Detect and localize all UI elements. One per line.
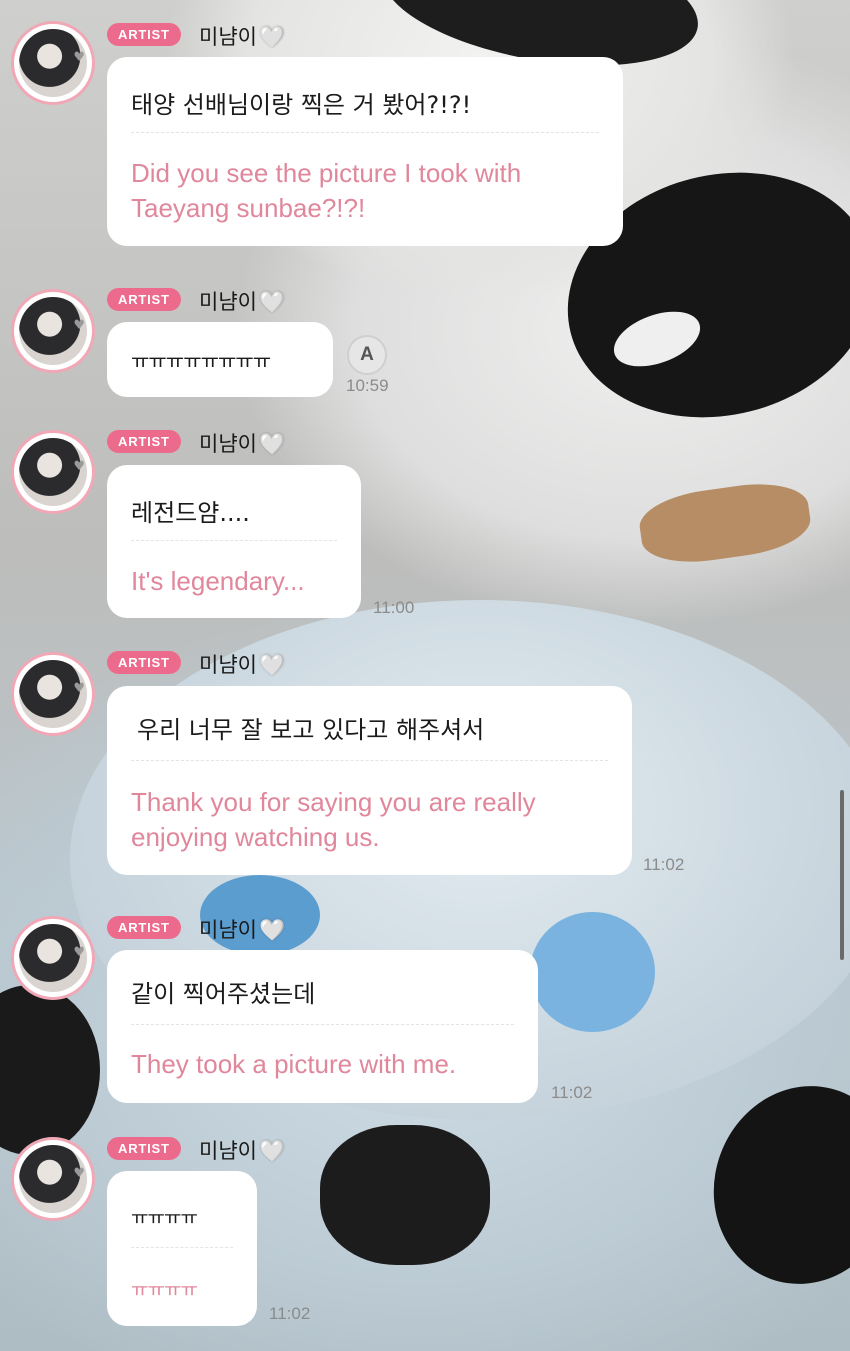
blue-patch-shape <box>530 912 655 1032</box>
heart-icon: ♥ <box>73 318 85 333</box>
artist-name: 미냠이🤍 <box>199 1139 286 1163</box>
message-timestamp: 11:02 <box>643 855 685 874</box>
message-text: 태양 선배님이랑 찍은 거 봤어?!?! <box>131 91 472 119</box>
message-text: ㅠㅠㅠㅠㅠㅠㅠㅠ <box>131 349 271 373</box>
avatar[interactable]: ♥ <box>11 21 95 105</box>
artist-name: 미냠이🤍 <box>199 653 286 677</box>
message-bubble[interactable]: 태양 선배님이랑 찍은 거 봤어?!?! Did you see the pic… <box>107 57 623 246</box>
plush-nose-dark-shape <box>320 1125 490 1265</box>
avatar[interactable]: ♥ <box>11 430 95 514</box>
message-bubble[interactable]: 우리 너무 잘 보고 있다고 해주셔서 Thank you for saying… <box>107 686 632 875</box>
avatar[interactable]: ♥ <box>11 289 95 373</box>
scrollbar[interactable] <box>840 790 844 960</box>
plush-eye-right-shape <box>686 1060 850 1310</box>
heart-icon: ♥ <box>73 681 85 696</box>
message-timestamp: 11:02 <box>551 1083 593 1102</box>
artist-name: 미냠이🤍 <box>199 432 286 456</box>
message-timestamp: 11:02 <box>269 1304 311 1323</box>
white-heart-icon: 🤍 <box>258 432 286 456</box>
avatar[interactable]: ♥ <box>11 652 95 736</box>
message-bubble[interactable]: 레전드얌.... It's legendary... <box>107 465 361 618</box>
white-heart-icon: 🤍 <box>258 1139 286 1163</box>
message-text: 같이 찍어주셨는데 <box>131 980 316 1008</box>
translate-icon[interactable]: A <box>347 335 387 375</box>
message-bubble[interactable]: ㅠㅠㅠㅠㅠㅠㅠㅠ <box>107 322 333 397</box>
white-heart-icon: 🤍 <box>258 25 286 49</box>
avatar[interactable]: ♥ <box>11 916 95 1000</box>
heart-icon: ♥ <box>73 1166 85 1181</box>
artist-badge: ARTIST <box>107 1137 181 1160</box>
message-text: 우리 너무 잘 보고 있다고 해주셔서 <box>137 716 485 744</box>
artist-badge: ARTIST <box>107 651 181 674</box>
divider <box>131 132 599 133</box>
artist-badge: ARTIST <box>107 430 181 453</box>
plush-eye-left-shape <box>0 985 100 1155</box>
divider <box>131 540 337 541</box>
translation-text: Did you see the picture I took with Taeya… <box>131 158 522 223</box>
translation-text: It's legendary... <box>131 566 305 596</box>
message-timestamp: 10:59 <box>346 376 389 395</box>
translation-text: Thank you for saying you are really enjoy… <box>131 787 536 852</box>
white-heart-icon: 🤍 <box>258 918 286 942</box>
white-heart-icon: 🤍 <box>258 653 286 677</box>
heart-icon: ♥ <box>73 50 85 65</box>
artist-badge: ARTIST <box>107 288 181 311</box>
divider <box>131 760 608 761</box>
heart-icon: ♥ <box>73 459 85 474</box>
translation-text: ㅠㅠㅠㅠ <box>131 1279 198 1301</box>
message-timestamp: 11:00 <box>373 598 415 617</box>
message-text: 레전드얌.... <box>131 499 250 527</box>
avatar[interactable]: ♥ <box>11 1137 95 1221</box>
divider <box>131 1247 233 1248</box>
translation-text: They took a picture with me. <box>131 1049 457 1079</box>
artist-badge: ARTIST <box>107 23 181 46</box>
message-bubble[interactable]: 같이 찍어주셨는데 They took a picture with me. <box>107 950 538 1103</box>
heart-icon: ♥ <box>73 945 85 960</box>
artist-name: 미냠이🤍 <box>199 290 286 314</box>
message-text: ㅠㅠㅠㅠ <box>131 1207 198 1229</box>
artist-name: 미냠이🤍 <box>199 25 286 49</box>
white-heart-icon: 🤍 <box>258 290 286 314</box>
artist-name: 미냠이🤍 <box>199 918 286 942</box>
divider <box>131 1024 514 1025</box>
plush-nose-shape <box>635 476 815 570</box>
artist-badge: ARTIST <box>107 916 181 939</box>
message-bubble[interactable]: ㅠㅠㅠㅠ ㅠㅠㅠㅠ <box>107 1171 257 1326</box>
